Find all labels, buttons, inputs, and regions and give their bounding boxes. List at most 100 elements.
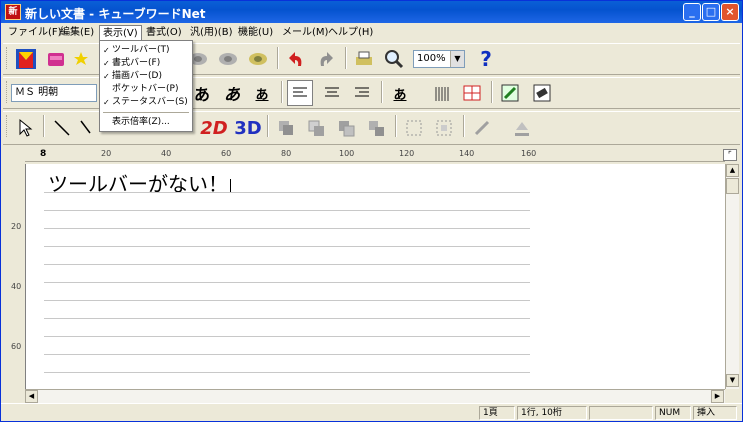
fill-color-icon[interactable] xyxy=(509,115,535,141)
view-menu-item-formatbar[interactable]: ✓ 書式バー(F) xyxy=(100,57,192,70)
vertical-scrollbar[interactable]: ▲ ▼ xyxy=(725,164,739,389)
menu-file[interactable]: ファイル(F) xyxy=(5,25,65,40)
help-icon[interactable]: ? xyxy=(473,46,499,72)
undo-icon[interactable] xyxy=(283,46,309,72)
line-guide xyxy=(44,300,530,301)
scroll-left-button[interactable]: ◀ xyxy=(25,390,38,403)
table-icon[interactable] xyxy=(459,80,485,106)
scroll-down-button[interactable]: ▼ xyxy=(726,374,739,387)
close-button[interactable]: × xyxy=(721,3,739,21)
disk2-icon[interactable] xyxy=(215,46,241,72)
ruler-origin-marker[interactable]: 8 xyxy=(40,149,46,159)
separator xyxy=(267,115,269,137)
align-objects-icon[interactable] xyxy=(401,115,427,141)
vruler-mark: 40 xyxy=(11,282,22,291)
underline-char-button[interactable]: あ xyxy=(249,80,275,106)
ruler-corner-button[interactable]: ⌜ xyxy=(723,149,737,161)
menu-format[interactable]: 書式(O) xyxy=(143,25,185,40)
status-position: 1行, 10桁 xyxy=(517,406,587,420)
separator xyxy=(381,81,383,103)
2d-button[interactable]: 2D xyxy=(200,115,227,141)
check-icon: ✓ xyxy=(103,98,110,107)
view-menu-item-statusbar[interactable]: ✓ ステータスバー(S) xyxy=(100,96,192,109)
separator xyxy=(491,81,493,103)
menu-view[interactable]: 表示(V) xyxy=(99,25,142,40)
view-menu-item-toolbar[interactable]: ✓ ツールバー(T) xyxy=(100,44,192,57)
menu-mail[interactable]: メール(M) xyxy=(279,25,331,40)
bring-front-icon[interactable] xyxy=(303,115,329,141)
menu-misc[interactable]: 汎(用)(B) xyxy=(187,25,235,40)
check-icon: ✓ xyxy=(103,59,110,68)
menu-bar: ファイル(F) 編集(E) 表示(V) 書式(O) 汎(用)(B) 機能(U) … xyxy=(1,23,742,41)
print-preview-icon[interactable] xyxy=(381,46,407,72)
menu-edit[interactable]: 編集(E) xyxy=(57,25,97,40)
separator xyxy=(395,115,397,137)
menu-function[interactable]: 機能(U) xyxy=(235,25,276,40)
line-guide xyxy=(44,354,530,355)
view-menu-item-label: ツールバー(T) xyxy=(112,45,170,55)
zoom-combo[interactable]: 100% ▼ xyxy=(413,50,465,68)
toolbar-grip[interactable] xyxy=(6,47,9,69)
disk3-icon[interactable] xyxy=(245,46,271,72)
notebook-icon[interactable] xyxy=(43,46,69,72)
y-logo-icon[interactable] xyxy=(13,46,39,72)
pen-color-icon[interactable] xyxy=(469,115,495,141)
ruler-mark: 40 xyxy=(161,149,172,158)
font-combo[interactable]: ＭＳ 明朝 xyxy=(11,84,97,102)
group-icon[interactable] xyxy=(363,115,389,141)
line-guide xyxy=(44,246,530,247)
scroll-right-button[interactable]: ▶ xyxy=(711,390,724,403)
separator xyxy=(345,47,347,69)
window-title: 新しい文書 - キューブワードNet xyxy=(25,7,206,21)
vertical-text-icon[interactable] xyxy=(429,80,455,106)
vruler-mark: 20 xyxy=(11,222,22,231)
toolbar-grip[interactable] xyxy=(6,81,9,103)
status-bar: 1頁 1行, 10桁 NUM 挿入 xyxy=(1,403,742,421)
3d-button[interactable]: 3D xyxy=(234,115,261,141)
menu-help[interactable]: ヘルプ(H) xyxy=(325,25,376,40)
font-name: ＭＳ 明朝 xyxy=(15,87,59,98)
print-icon[interactable] xyxy=(351,46,377,72)
redo-icon[interactable] xyxy=(313,46,339,72)
scroll-thumb[interactable] xyxy=(726,178,739,194)
view-menu-item-pocketbar[interactable]: ポケットバー(P) xyxy=(100,83,192,96)
check-icon: ✓ xyxy=(103,46,110,55)
view-menu-dropdown: ✓ ツールバー(T) ✓ 書式バー(F) ✓ 描画バー(D) ポケットバー(P)… xyxy=(99,40,193,132)
chevron-down-icon[interactable]: ▼ xyxy=(450,51,464,67)
align-right-icon[interactable] xyxy=(349,80,375,106)
view-menu-item-zoom[interactable]: 表示倍率(Z)... xyxy=(100,116,192,129)
shadow-icon[interactable] xyxy=(273,115,299,141)
horizontal-ruler[interactable]: 8 20 40 60 80 100 120 140 160 xyxy=(25,148,725,162)
char-style-button[interactable]: あ xyxy=(387,80,413,106)
toolbar-grip[interactable] xyxy=(6,115,9,137)
eraser-icon[interactable] xyxy=(529,80,555,106)
minimize-button[interactable]: _ xyxy=(683,3,701,21)
italic-char-button[interactable]: あ xyxy=(219,80,245,106)
align-center-icon[interactable] xyxy=(319,80,345,106)
horizontal-scrollbar[interactable]: ◀ ▶ xyxy=(25,389,725,403)
title-bar[interactable]: 新 新しい文書 - キューブワードNet _ □ × xyxy=(1,1,742,23)
pointer-icon[interactable] xyxy=(13,115,39,141)
arrow-line-icon[interactable] xyxy=(79,115,93,141)
line-guide xyxy=(44,264,530,265)
scroll-up-button[interactable]: ▲ xyxy=(726,164,739,177)
ruler-mark: 100 xyxy=(339,149,355,158)
vertical-ruler: 20 40 60 xyxy=(5,164,23,400)
ruler-mark: 20 xyxy=(101,149,112,158)
ruler-mark: 160 xyxy=(521,149,537,158)
send-back-icon[interactable] xyxy=(333,115,359,141)
view-menu-item-label: 描画バー(D) xyxy=(112,71,162,81)
line-guide xyxy=(44,372,530,373)
maximize-button[interactable]: □ xyxy=(702,3,720,21)
document-area[interactable]: ツールバーがない！ xyxy=(25,164,725,389)
pen-icon[interactable] xyxy=(497,80,523,106)
distribute-icon[interactable] xyxy=(431,115,457,141)
star-icon[interactable] xyxy=(73,46,89,72)
separator xyxy=(463,115,465,137)
view-menu-item-drawbar[interactable]: ✓ 描画バー(D) xyxy=(100,70,192,83)
menu-separator xyxy=(103,112,189,113)
line-guide xyxy=(44,192,530,193)
check-icon: ✓ xyxy=(103,72,110,81)
align-left-icon[interactable] xyxy=(287,80,313,106)
line-tool-icon[interactable] xyxy=(49,115,75,141)
